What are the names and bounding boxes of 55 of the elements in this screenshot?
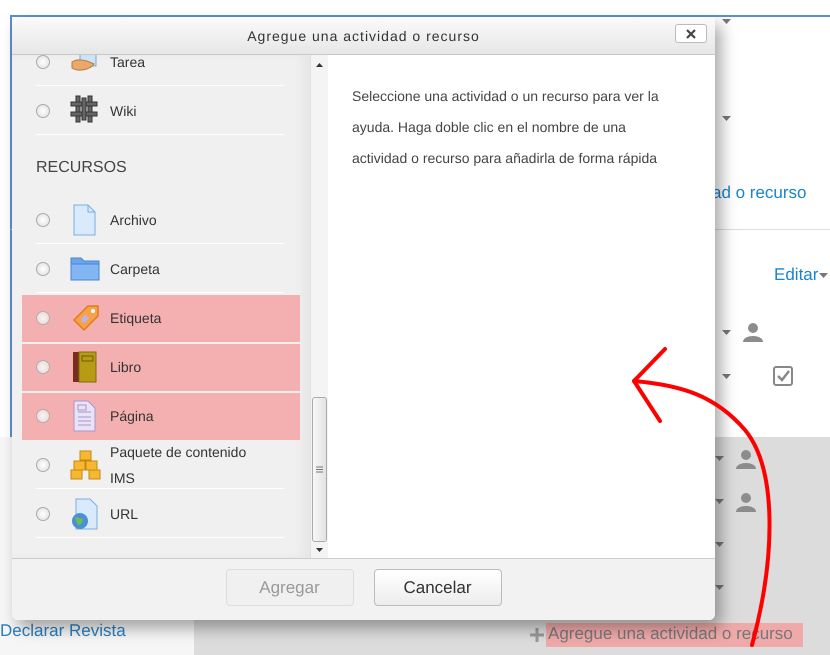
caret-icon <box>819 272 828 278</box>
user-icon <box>736 448 756 468</box>
caret-icon <box>722 330 731 334</box>
help-text: Seleccione una actividad o un recurso para ver la ayuda. Haga doble clic en el nombre de una actividad o recurso para añadirla de forma rápida <box>352 87 660 168</box>
option-row[interactable]: Wiki <box>36 88 284 135</box>
radio-button[interactable] <box>36 458 50 472</box>
option-label: URL <box>110 505 140 524</box>
plus-icon <box>530 628 544 642</box>
option-row[interactable]: Libro <box>22 344 300 391</box>
option-row[interactable]: Archivo <box>36 197 284 244</box>
grip-icon <box>316 466 323 473</box>
section-heading: RECURSOS <box>35 158 128 178</box>
scroll-down-icon <box>316 548 323 552</box>
close-button[interactable] <box>675 24 707 43</box>
radio-button[interactable] <box>36 507 50 521</box>
caret-icon <box>722 19 731 24</box>
option-label: Archivo <box>110 211 158 230</box>
scroll-up-icon <box>316 63 323 67</box>
option-label: Etiqueta <box>110 309 162 328</box>
dialog-title: Agregue una actividad o recurso <box>246 28 481 44</box>
user-icon <box>736 492 756 512</box>
option-label: Wiki <box>110 102 138 121</box>
caret-icon <box>722 116 731 121</box>
option-row[interactable]: Carpeta <box>36 246 284 293</box>
boxes-icon <box>70 449 102 481</box>
option-row[interactable]: URL <box>36 491 284 538</box>
option-row[interactable]: Etiqueta <box>22 295 300 342</box>
option-row[interactable]: Página <box>22 393 300 440</box>
caret-icon <box>715 456 724 461</box>
radio-button[interactable] <box>36 55 50 69</box>
option-label: Libro <box>110 358 142 377</box>
caret-icon <box>722 374 731 378</box>
radio-button[interactable] <box>36 213 50 227</box>
option-label: Carpeta <box>110 260 161 279</box>
sidebar-link[interactable]: Declarar Revista <box>0 621 126 641</box>
user-icon <box>743 322 763 342</box>
radio-button[interactable] <box>36 360 50 374</box>
scrollbar-thumb[interactable] <box>312 397 327 542</box>
option-label: Tarea <box>110 55 146 72</box>
option-row[interactable]: Paquete de contenido IMS <box>36 442 284 489</box>
close-icon <box>686 28 696 38</box>
caret-icon <box>715 542 724 547</box>
scrollbar[interactable] <box>310 55 328 558</box>
caret-icon <box>715 499 724 504</box>
checkbox-icon <box>773 366 793 386</box>
option-label: Página <box>110 407 155 426</box>
option-row[interactable]: Tarea <box>36 55 284 86</box>
edit-menu-link[interactable]: Editar <box>774 265 818 285</box>
radio-button[interactable] <box>36 409 50 423</box>
caret-icon <box>715 585 724 590</box>
cancel-button[interactable]: Cancelar <box>374 569 502 606</box>
radio-button[interactable] <box>36 104 50 118</box>
radio-button[interactable] <box>36 262 50 276</box>
option-label: Paquete de contenido IMS <box>110 443 248 488</box>
radio-button[interactable] <box>36 311 50 325</box>
